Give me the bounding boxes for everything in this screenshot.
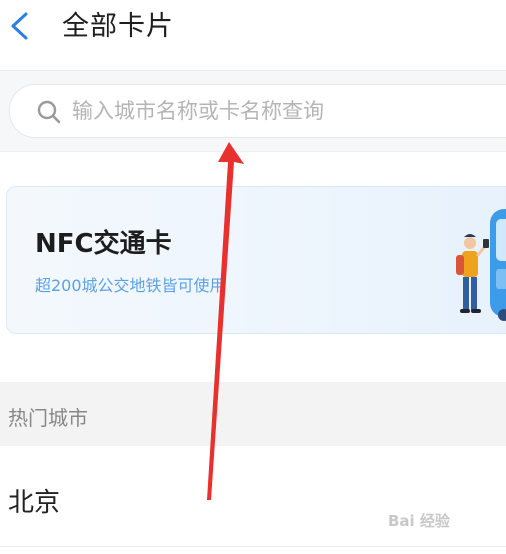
watermark: Bai 经验 — [388, 498, 498, 542]
search-box[interactable] — [9, 84, 506, 138]
section-label: 热门城市 — [8, 406, 88, 430]
top-bar: 全部卡片 — [0, 0, 506, 68]
hot-cities-header: 热门城市 — [0, 382, 506, 446]
search-input[interactable] — [70, 93, 504, 129]
nfc-transit-card[interactable]: NFC交通卡 超200城公交地铁皆可使用 — [6, 186, 506, 334]
search-icon — [37, 100, 61, 124]
search-bar-container — [0, 70, 506, 152]
city-name: 北京 — [8, 488, 61, 518]
page-title: 全部卡片 — [62, 11, 174, 42]
bus-traveler-illustration — [456, 209, 506, 321]
watermark-text: Bai 经验 — [388, 512, 450, 530]
chevron-left-icon — [11, 12, 28, 40]
card-subtitle: 超200城公交地铁皆可使用 — [35, 276, 226, 295]
card-title: NFC交通卡 — [35, 229, 172, 259]
back-button[interactable] — [0, 6, 40, 46]
